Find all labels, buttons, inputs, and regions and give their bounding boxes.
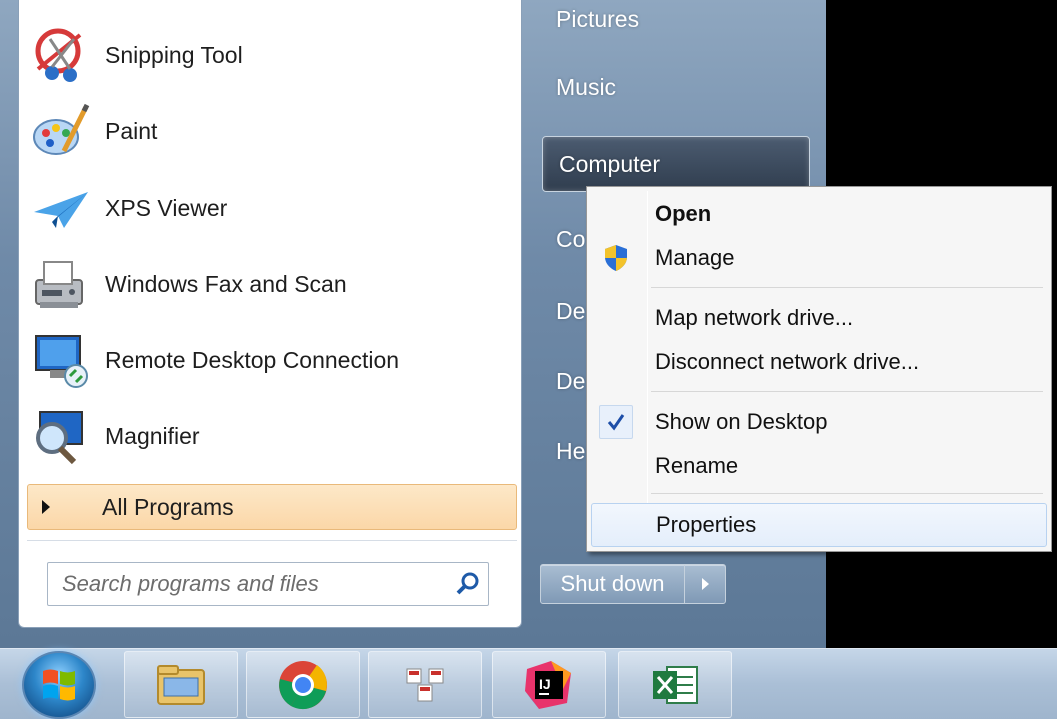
right-item-label: Pictures <box>556 5 640 32</box>
excel-icon <box>653 665 698 704</box>
program-magnifier[interactable]: Magnifier <box>29 403 513 469</box>
program-label: Windows Fax and Scan <box>105 270 347 297</box>
taskbar: IJ <box>0 648 1057 719</box>
checkmark-icon <box>599 405 633 439</box>
program-label: Paint <box>105 117 158 144</box>
program-label: Remote Desktop Connection <box>105 346 400 373</box>
program-windows-fax-and-scan[interactable]: Windows Fax and Scan <box>29 251 513 317</box>
ctx-label: Rename <box>655 453 739 478</box>
ctx-label: Manage <box>655 245 735 270</box>
program-label: Snipping Tool <box>105 41 243 68</box>
file-explorer-icon <box>157 664 205 705</box>
chrome-icon <box>279 660 327 709</box>
paint-icon <box>29 100 91 162</box>
search-input[interactable] <box>48 563 448 605</box>
shutdown-button-group: Shut down <box>540 564 726 604</box>
ctx-label: Open <box>655 201 712 226</box>
right-item-label: Computer <box>559 150 660 177</box>
right-item-computer[interactable]: Computer <box>542 136 810 192</box>
remote-desktop-icon <box>29 329 91 391</box>
ctx-separator <box>651 391 1043 392</box>
ctx-manage[interactable]: Manage <box>591 237 1047 279</box>
ctx-rename[interactable]: Rename <box>591 445 1047 487</box>
program-label: XPS Viewer <box>105 194 228 221</box>
all-programs-button[interactable]: All Programs <box>27 484 517 530</box>
ctx-open[interactable]: Open <box>591 193 1047 235</box>
taskbar-intellij[interactable]: IJ <box>492 651 606 718</box>
right-item-label: He <box>556 437 586 464</box>
intellij-icon: IJ <box>525 660 571 709</box>
right-item-label: De <box>556 367 586 394</box>
start-menu-left-pane: Snipping Tool Paint XPS Viewer Windows F… <box>18 0 522 628</box>
all-programs-label: All Programs <box>102 493 234 520</box>
ctx-disconnect-network-drive[interactable]: Disconnect network drive... <box>591 341 1047 383</box>
program-label: Magnifier <box>105 422 200 449</box>
program-xps-viewer[interactable]: XPS Viewer <box>29 175 513 241</box>
triangle-right-icon <box>42 500 50 514</box>
ctx-separator <box>651 493 1043 494</box>
taskbar-app[interactable] <box>368 651 482 718</box>
right-item-label: Music <box>556 73 617 100</box>
start-button[interactable] <box>22 651 96 719</box>
fax-scan-icon <box>29 253 91 315</box>
taskbar-file-explorer[interactable] <box>124 651 238 718</box>
context-menu: Open Manage Map network drive... Disconn… <box>586 186 1052 552</box>
ctx-properties[interactable]: Properties <box>591 503 1047 547</box>
ctx-separator <box>651 287 1043 288</box>
program-remote-desktop-connection[interactable]: Remote Desktop Connection <box>29 327 513 393</box>
ctx-label: Properties <box>656 512 757 537</box>
shutdown-options-button[interactable] <box>685 565 725 603</box>
taskbar-chrome[interactable] <box>246 651 360 718</box>
divider <box>27 540 517 541</box>
right-item-label: Co <box>556 225 586 252</box>
search-box[interactable] <box>47 562 489 606</box>
shutdown-button[interactable]: Shut down <box>541 565 685 603</box>
ctx-show-on-desktop[interactable]: Show on Desktop <box>591 401 1047 443</box>
ctx-map-network-drive[interactable]: Map network drive... <box>591 297 1047 339</box>
uac-shield-icon <box>591 237 641 279</box>
program-paint[interactable]: Paint <box>29 98 513 164</box>
svg-text:IJ: IJ <box>539 676 551 692</box>
right-item-pictures[interactable]: Pictures <box>540 0 810 44</box>
check-container <box>591 401 641 443</box>
ctx-label: Map network drive... <box>655 305 854 330</box>
app-icon <box>406 668 444 701</box>
xps-viewer-icon <box>29 177 91 239</box>
ctx-label: Disconnect network drive... <box>655 349 920 374</box>
triangle-right-icon <box>701 578 709 590</box>
magnifier-icon <box>29 405 91 467</box>
right-item-music[interactable]: Music <box>540 62 810 112</box>
right-item-label: De <box>556 297 586 324</box>
search-icon[interactable] <box>448 564 488 604</box>
snipping-tool-icon <box>29 24 91 86</box>
windows-logo-icon <box>43 669 75 701</box>
taskbar-excel[interactable] <box>618 651 732 718</box>
program-snipping-tool[interactable]: Snipping Tool <box>29 22 513 88</box>
ctx-label: Show on Desktop <box>655 409 828 434</box>
